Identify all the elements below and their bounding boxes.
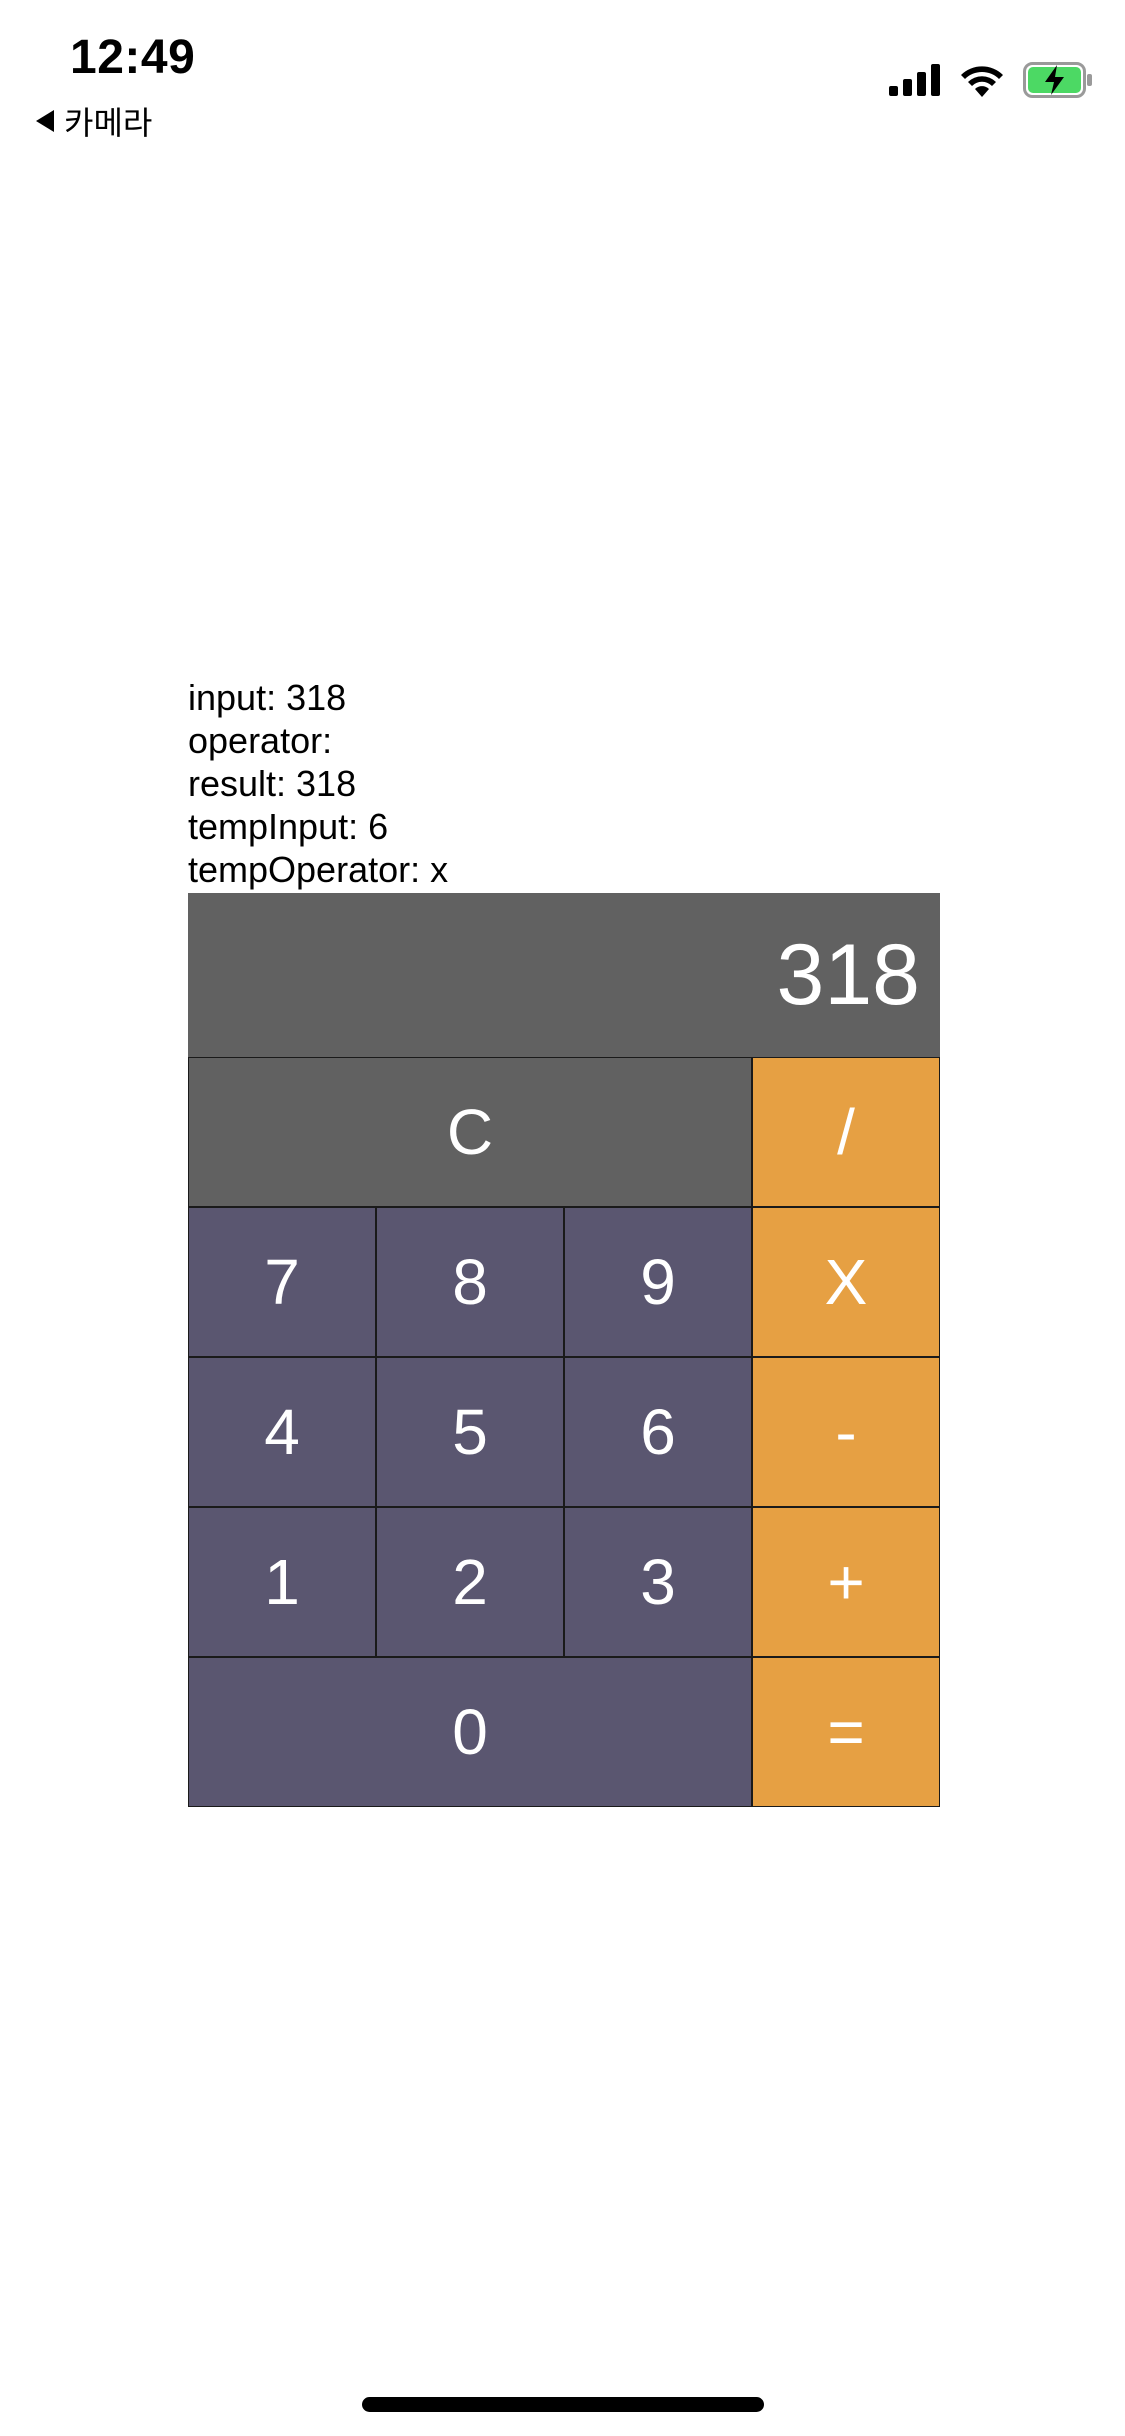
equals-button[interactable]: = xyxy=(752,1657,940,1807)
battery-charging-icon xyxy=(1023,62,1092,98)
status-time: 12:49 xyxy=(70,31,196,84)
digit-1-button[interactable]: 1 xyxy=(188,1507,376,1657)
status-icons xyxy=(889,62,1093,98)
debug-input: input: 318 xyxy=(188,677,347,718)
home-indicator[interactable] xyxy=(362,2397,764,2412)
calculator: 318 C / 7 8 9 X 4 5 6 - 1 2 3 + 0 = xyxy=(188,893,940,1807)
keypad: C / 7 8 9 X 4 5 6 - 1 2 3 + 0 = xyxy=(188,1057,940,1807)
digit-6-button[interactable]: 6 xyxy=(564,1357,752,1507)
clear-button[interactable]: C xyxy=(188,1057,752,1207)
debug-info: input: 318 operator: result: 318 tempInp… xyxy=(188,676,448,891)
back-app-label: 카메라 xyxy=(64,105,153,141)
digit-0-button[interactable]: 0 xyxy=(188,1657,752,1807)
debug-temp-operator: tempOperator: x xyxy=(188,849,449,890)
digit-8-button[interactable]: 8 xyxy=(376,1207,564,1357)
minus-button[interactable]: - xyxy=(752,1357,940,1507)
debug-temp-input: tempInput: 6 xyxy=(188,806,389,847)
plus-button[interactable]: + xyxy=(752,1507,940,1657)
back-arrow-icon xyxy=(36,110,54,132)
multiply-button[interactable]: X xyxy=(752,1207,940,1357)
digit-5-button[interactable]: 5 xyxy=(376,1357,564,1507)
digit-4-button[interactable]: 4 xyxy=(188,1357,376,1507)
debug-operator: operator: xyxy=(188,720,333,761)
digit-2-button[interactable]: 2 xyxy=(376,1507,564,1657)
back-to-app-button[interactable]: 카메라 xyxy=(36,98,152,144)
calculator-display: 318 xyxy=(188,893,940,1057)
digit-9-button[interactable]: 9 xyxy=(564,1207,752,1357)
debug-result: result: 318 xyxy=(188,763,357,804)
cellular-signal-icon xyxy=(889,64,940,96)
divide-button[interactable]: / xyxy=(752,1057,940,1207)
digit-3-button[interactable]: 3 xyxy=(564,1507,752,1657)
digit-7-button[interactable]: 7 xyxy=(188,1207,376,1357)
wifi-icon xyxy=(961,66,1003,97)
